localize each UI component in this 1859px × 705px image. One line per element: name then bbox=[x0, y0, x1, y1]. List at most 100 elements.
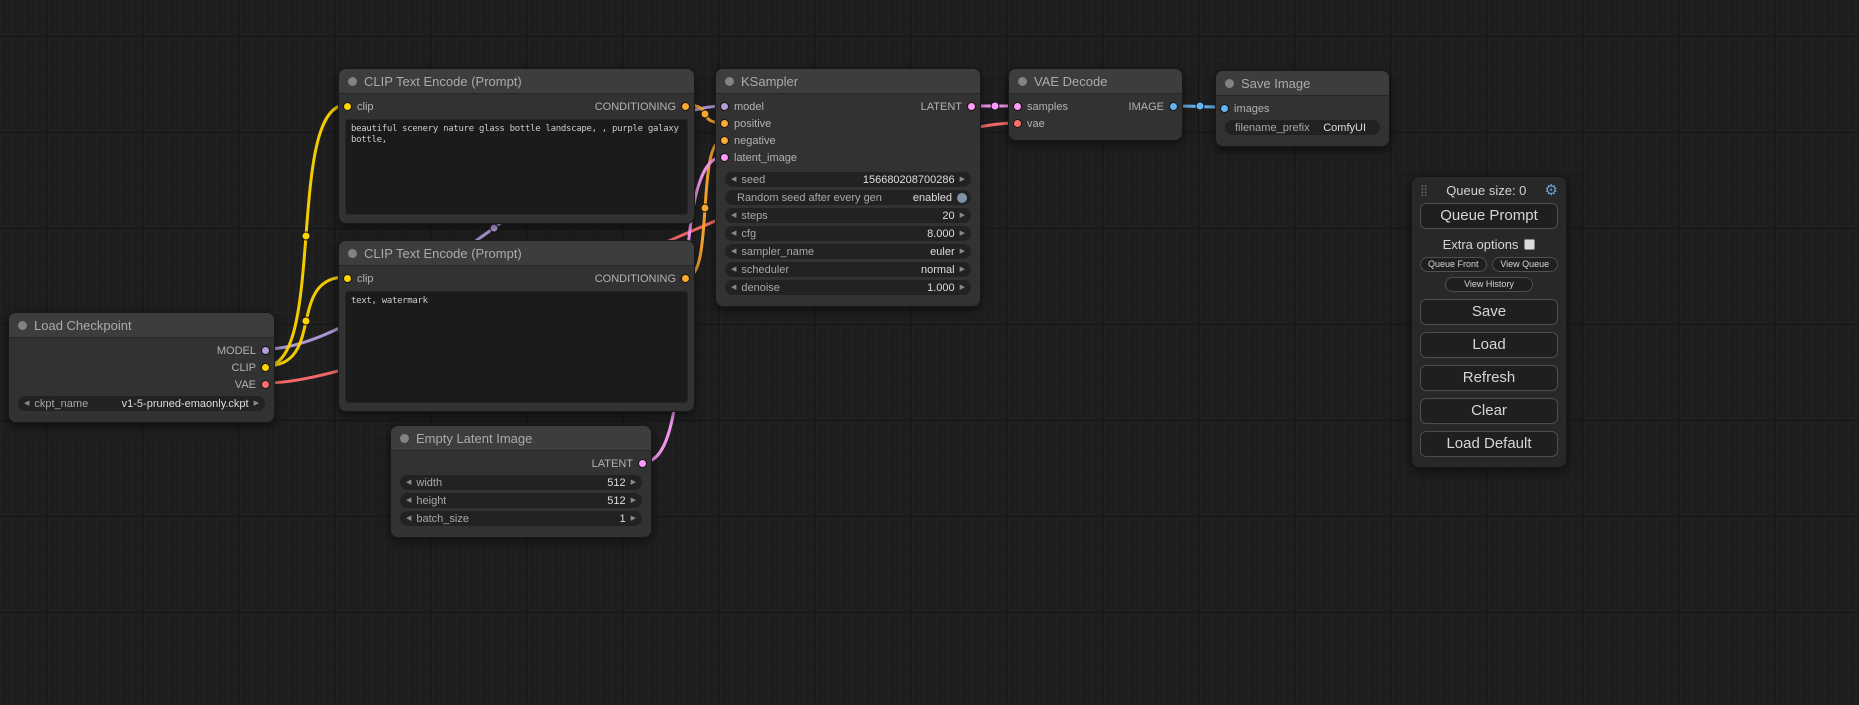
input-slot-images[interactable] bbox=[1220, 104, 1229, 113]
view-history-button[interactable]: View History bbox=[1445, 277, 1533, 292]
clear-button[interactable]: Clear bbox=[1420, 398, 1558, 424]
decrement-icon[interactable]: ◀ bbox=[731, 208, 736, 223]
output-slot-conditioning[interactable] bbox=[681, 102, 690, 111]
widget-batch-size[interactable]: ◀ batch_size 1 ▶ bbox=[400, 511, 642, 526]
decrement-icon[interactable]: ◀ bbox=[731, 280, 736, 295]
widget-width[interactable]: ◀ width 512 ▶ bbox=[400, 475, 642, 490]
collapse-dot-icon[interactable] bbox=[725, 77, 734, 86]
wire-midpoint-dot bbox=[490, 224, 498, 232]
node-graph-canvas[interactable]: Load Checkpoint MODEL CLIP VAE ◀ ckpt_na… bbox=[0, 0, 1859, 705]
decrement-icon[interactable]: ◀ bbox=[406, 511, 411, 526]
node-title-bar[interactable]: CLIP Text Encode (Prompt) bbox=[339, 69, 694, 94]
output-label: MODEL bbox=[217, 345, 256, 357]
extra-options-checkbox[interactable] bbox=[1524, 239, 1535, 250]
output-slot-model[interactable] bbox=[261, 346, 270, 355]
wire-clip-negative bbox=[266, 277, 346, 366]
input-label: clip bbox=[357, 273, 374, 285]
input-slot-latent-image[interactable] bbox=[720, 153, 729, 162]
node-title-bar[interactable]: Load Checkpoint bbox=[9, 313, 274, 338]
save-button[interactable]: Save bbox=[1420, 299, 1558, 325]
collapse-dot-icon[interactable] bbox=[1225, 79, 1234, 88]
widget-filename-prefix[interactable]: filename_prefix ComfyUI bbox=[1225, 120, 1380, 135]
increment-icon[interactable]: ▶ bbox=[960, 208, 965, 223]
input-slot-clip[interactable] bbox=[343, 274, 352, 283]
node-title-bar[interactable]: VAE Decode bbox=[1009, 69, 1182, 94]
collapse-dot-icon[interactable] bbox=[348, 77, 357, 86]
widget-cfg[interactable]: ◀ cfg 8.000 ▶ bbox=[725, 226, 971, 241]
queue-front-button[interactable]: Queue Front bbox=[1420, 257, 1487, 272]
widget-ckpt-name[interactable]: ◀ ckpt_name v1-5-pruned-emaonly.ckpt ▶ bbox=[18, 396, 265, 411]
output-slot-conditioning[interactable] bbox=[681, 274, 690, 283]
increment-icon[interactable]: ▶ bbox=[631, 493, 636, 508]
decrement-icon[interactable]: ◀ bbox=[731, 172, 736, 187]
output-slot-image[interactable] bbox=[1169, 102, 1178, 111]
increment-icon[interactable]: ▶ bbox=[631, 475, 636, 490]
output-slot-latent[interactable] bbox=[967, 102, 976, 111]
prompt-textarea[interactable]: text, watermark bbox=[345, 291, 688, 403]
widget-label: batch_size bbox=[416, 513, 469, 525]
wire-midpoint-dot bbox=[302, 232, 310, 240]
queue-buttons-row: Queue Front View Queue bbox=[1420, 257, 1558, 272]
settings-gear-icon[interactable]: ⚙ bbox=[1545, 183, 1558, 198]
node-load-checkpoint[interactable]: Load Checkpoint MODEL CLIP VAE ◀ ckpt_na… bbox=[8, 312, 275, 423]
widget-value: normal bbox=[921, 264, 955, 276]
widget-value: euler bbox=[930, 246, 954, 258]
node-clip-text-encode-positive[interactable]: CLIP Text Encode (Prompt) clip CONDITION… bbox=[338, 68, 695, 224]
input-slot-model[interactable] bbox=[720, 102, 729, 111]
node-empty-latent-image[interactable]: Empty Latent Image LATENT ◀ width 512 ▶ … bbox=[390, 425, 652, 538]
wire-midpoint-dot bbox=[991, 102, 999, 110]
node-title: VAE Decode bbox=[1034, 74, 1107, 89]
refresh-button[interactable]: Refresh bbox=[1420, 365, 1558, 391]
widget-sampler-name[interactable]: ◀ sampler_name euler ▶ bbox=[725, 244, 971, 259]
drag-handle-icon[interactable]: ⣿ bbox=[1420, 184, 1428, 197]
widget-height[interactable]: ◀ height 512 ▶ bbox=[400, 493, 642, 508]
toggle-knob[interactable] bbox=[957, 193, 967, 203]
collapse-dot-icon[interactable] bbox=[400, 434, 409, 443]
widget-random-seed-toggle[interactable]: Random seed after every gen enabled bbox=[725, 190, 971, 205]
input-slot-samples[interactable] bbox=[1013, 102, 1022, 111]
input-slot-positive[interactable] bbox=[720, 119, 729, 128]
widget-denoise[interactable]: ◀ denoise 1.000 ▶ bbox=[725, 280, 971, 295]
combo-prev-icon[interactable]: ◀ bbox=[24, 396, 29, 411]
node-clip-text-encode-negative[interactable]: CLIP Text Encode (Prompt) clip CONDITION… bbox=[338, 240, 695, 412]
output-slot-vae[interactable] bbox=[261, 380, 270, 389]
slot-row: negative bbox=[716, 132, 980, 149]
output-slot-clip[interactable] bbox=[261, 363, 270, 372]
node-title-bar[interactable]: KSampler bbox=[716, 69, 980, 94]
increment-icon[interactable]: ▶ bbox=[631, 511, 636, 526]
collapse-dot-icon[interactable] bbox=[18, 321, 27, 330]
decrement-icon[interactable]: ◀ bbox=[731, 226, 736, 241]
node-vae-decode[interactable]: VAE Decode samples IMAGE vae bbox=[1008, 68, 1183, 141]
widget-steps[interactable]: ◀ steps 20 ▶ bbox=[725, 208, 971, 223]
decrement-icon[interactable]: ◀ bbox=[406, 475, 411, 490]
increment-icon[interactable]: ▶ bbox=[960, 172, 965, 187]
increment-icon[interactable]: ▶ bbox=[960, 280, 965, 295]
widget-seed[interactable]: ◀ seed 156680208700286 ▶ bbox=[725, 172, 971, 187]
node-ksampler[interactable]: KSampler model LATENT positive negative … bbox=[715, 68, 981, 307]
view-queue-button[interactable]: View Queue bbox=[1492, 257, 1559, 272]
widget-scheduler[interactable]: ◀ scheduler normal ▶ bbox=[725, 262, 971, 277]
collapse-dot-icon[interactable] bbox=[348, 249, 357, 258]
node-save-image[interactable]: Save Image images filename_prefix ComfyU… bbox=[1215, 70, 1390, 147]
input-slot-clip[interactable] bbox=[343, 102, 352, 111]
widget-value: 1 bbox=[619, 513, 625, 525]
decrement-icon[interactable]: ◀ bbox=[406, 493, 411, 508]
combo-prev-icon[interactable]: ◀ bbox=[731, 244, 736, 259]
queue-prompt-button[interactable]: Queue Prompt bbox=[1420, 203, 1558, 229]
load-button[interactable]: Load bbox=[1420, 332, 1558, 358]
collapse-dot-icon[interactable] bbox=[1018, 77, 1027, 86]
output-slot-latent[interactable] bbox=[638, 459, 647, 468]
increment-icon[interactable]: ▶ bbox=[960, 226, 965, 241]
combo-next-icon[interactable]: ▶ bbox=[254, 396, 259, 411]
node-title-bar[interactable]: Empty Latent Image bbox=[391, 426, 651, 451]
input-slot-vae[interactable] bbox=[1013, 119, 1022, 128]
load-default-button[interactable]: Load Default bbox=[1420, 431, 1558, 457]
widget-label: steps bbox=[741, 210, 767, 222]
combo-next-icon[interactable]: ▶ bbox=[960, 262, 965, 277]
combo-next-icon[interactable]: ▶ bbox=[960, 244, 965, 259]
node-title-bar[interactable]: Save Image bbox=[1216, 71, 1389, 96]
input-slot-negative[interactable] bbox=[720, 136, 729, 145]
combo-prev-icon[interactable]: ◀ bbox=[731, 262, 736, 277]
node-title-bar[interactable]: CLIP Text Encode (Prompt) bbox=[339, 241, 694, 266]
prompt-textarea[interactable]: beautiful scenery nature glass bottle la… bbox=[345, 119, 688, 215]
